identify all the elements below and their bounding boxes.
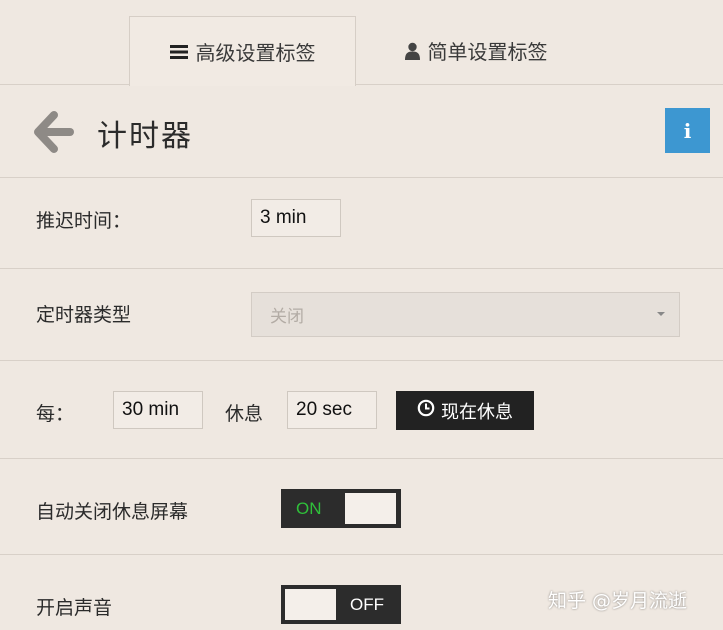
delay-row: 推迟时间： 3 min — [0, 178, 723, 269]
toggle-knob — [285, 589, 336, 620]
page-title: 计时器 — [97, 119, 193, 154]
break-now-label: 现在休息 — [441, 401, 513, 423]
sound-toggle[interactable]: OFF — [281, 585, 401, 624]
info-button[interactable]: i — [665, 108, 710, 153]
clock-icon — [417, 399, 435, 422]
toggle-on-text: ON — [296, 498, 322, 518]
delay-label: 推迟时间： — [36, 210, 132, 232]
sound-label: 开启声音 — [36, 597, 113, 619]
interval-label: 每： — [36, 403, 75, 425]
menu-icon — [169, 44, 188, 60]
tab-advanced-settings[interactable]: 高级设置标签 — [129, 16, 356, 86]
info-icon: i — [683, 118, 692, 143]
timer-type-select[interactable]: 关闭 — [251, 292, 680, 337]
user-icon — [404, 42, 420, 60]
tab-bar: 高级设置标签 简单设置标签 — [0, 0, 723, 86]
break-now-button[interactable]: 现在休息 — [396, 391, 534, 430]
timer-type-label: 定时器类型 — [36, 304, 132, 326]
timer-type-selected: 关闭 — [270, 307, 304, 327]
page-header: 计时器 i — [0, 85, 723, 178]
auto-close-row: 自动关闭休息屏幕 ON — [0, 459, 723, 555]
auto-close-label: 自动关闭休息屏幕 — [36, 501, 189, 523]
toggle-knob — [345, 493, 396, 524]
auto-close-toggle[interactable]: ON — [281, 489, 401, 528]
timer-type-row: 定时器类型 关闭 — [0, 269, 723, 361]
back-arrow-icon[interactable] — [34, 111, 74, 153]
tab-label: 简单设置标签 — [427, 40, 548, 64]
tab-label: 高级设置标签 — [195, 41, 316, 65]
watermark: 知乎 @岁月流逝 — [548, 590, 688, 612]
rest-label: 休息 — [225, 403, 264, 425]
chevron-down-icon — [657, 312, 665, 316]
delay-input[interactable]: 3 min — [251, 199, 341, 237]
rest-duration-input[interactable]: 20 sec — [287, 391, 377, 429]
interval-row: 每： 30 min 休息 20 sec 现在休息 — [0, 361, 723, 459]
tab-simple-settings[interactable]: 简单设置标签 — [356, 16, 596, 85]
toggle-off-text: OFF — [350, 594, 384, 614]
interval-input[interactable]: 30 min — [113, 391, 203, 429]
